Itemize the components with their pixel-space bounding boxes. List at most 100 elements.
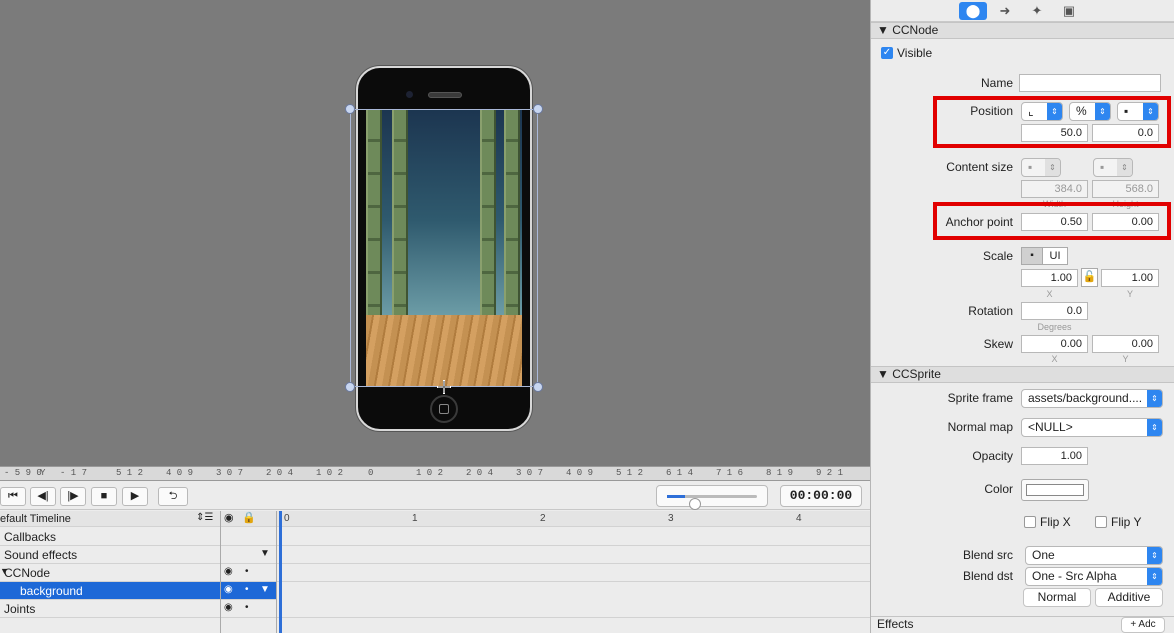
blend-src-value: One: [1032, 548, 1055, 562]
scale-points-toggle[interactable]: ▪: [1021, 247, 1043, 265]
ccsprite-section-header[interactable]: ▼ CCSprite: [871, 366, 1174, 383]
timeline-zoom-slider[interactable]: [656, 485, 768, 510]
timeline-menu-icon[interactable]: ⇕☰: [196, 512, 213, 523]
name-label: Name: [980, 76, 1013, 90]
timeline-name[interactable]: efault Timeline: [0, 513, 71, 525]
popup-arrow-icon: ⇕: [1147, 419, 1162, 436]
selection-box: [350, 109, 538, 387]
scale-x-field[interactable]: 1.00: [1021, 269, 1078, 287]
eye-icon[interactable]: ◉: [224, 584, 233, 595]
play-button[interactable]: ▶: [122, 487, 148, 506]
sprite-frame-label: Sprite frame: [947, 391, 1013, 405]
timeline-row-ccnode[interactable]: ▼ CCNode ◉ •: [0, 564, 870, 582]
content-width-field[interactable]: 384.0: [1021, 180, 1088, 198]
skew-label: Skew: [983, 337, 1013, 351]
loop-button[interactable]: ⮌: [158, 487, 188, 506]
blend-src-label: Blend src: [962, 548, 1013, 562]
row-label: Joints: [4, 602, 36, 616]
content-height-unit-popup[interactable]: ▪ ⇕: [1093, 158, 1133, 177]
lock-dot-icon[interactable]: •: [245, 584, 249, 595]
color-well[interactable]: [1021, 479, 1089, 501]
content-width-unit-popup[interactable]: ▪ ⇕: [1021, 158, 1061, 177]
node-properties-icon[interactable]: ⬤: [959, 2, 987, 20]
scale-lock-icon[interactable]: 🔓: [1081, 268, 1098, 287]
step-back-button[interactable]: ◀|: [30, 487, 56, 506]
ruler-label: 4 0 9: [566, 468, 594, 478]
resize-handle-bottom-right[interactable]: [533, 382, 543, 392]
disclosure-arrow-icon[interactable]: ▼: [260, 584, 270, 595]
flip-x-checkbox[interactable]: [1024, 516, 1036, 528]
speaker-icon: [428, 92, 462, 98]
timeline-row-background[interactable]: background ◉ • ▼: [0, 582, 276, 600]
rotation-field[interactable]: 0.0: [1021, 302, 1088, 320]
resize-handle-bottom-left[interactable]: [345, 382, 355, 392]
zoom-knob[interactable]: [689, 498, 701, 510]
flip-x-label: Flip X: [1040, 515, 1071, 529]
timeline-row-callbacks[interactable]: Callbacks: [0, 528, 870, 546]
column-divider: [276, 511, 277, 633]
timeline-mark: 4: [796, 513, 802, 524]
popup-arrow-icon: ⇕: [1147, 568, 1162, 585]
ruler-label: - 5 9 0: [4, 468, 42, 478]
step-forward-button[interactable]: |▶: [60, 487, 86, 506]
anchor-y-field[interactable]: 0.00: [1092, 213, 1159, 231]
dot-icon: ▪: [1028, 160, 1033, 174]
ruler-label: 6 1 4: [666, 468, 694, 478]
color-swatch: [1026, 484, 1084, 496]
color-label: Color: [984, 482, 1013, 496]
ruler-label: 3 0 7: [516, 468, 544, 478]
code-connections-icon[interactable]: ➜: [991, 2, 1019, 20]
blend-dst-value: One - Src Alpha: [1032, 569, 1117, 583]
canvas-stage[interactable]: [0, 0, 870, 466]
templates-icon[interactable]: ▣: [1055, 2, 1083, 20]
eye-icon: ◉: [224, 512, 234, 524]
ruler-label: 2 0 4: [266, 468, 294, 478]
anchor-x-field[interactable]: 0.50: [1021, 213, 1088, 231]
skew-x-field[interactable]: 0.00: [1021, 335, 1088, 353]
resize-handle-top-right[interactable]: [533, 104, 543, 114]
timeline-row-joints[interactable]: Joints ◉ •: [0, 600, 870, 618]
normal-blend-button[interactable]: Normal: [1023, 588, 1091, 607]
eye-icon[interactable]: ◉: [224, 602, 233, 613]
normal-map-label: Normal map: [947, 420, 1013, 434]
normal-map-popup[interactable]: <NULL> ⇕: [1021, 418, 1163, 437]
scale-y-field[interactable]: 1.00: [1101, 269, 1159, 287]
blend-src-popup[interactable]: One ⇕: [1025, 546, 1163, 565]
sprite-frame-popup[interactable]: assets/background.... ⇕: [1021, 389, 1163, 408]
name-field[interactable]: [1019, 74, 1161, 92]
opacity-field[interactable]: 1.00: [1021, 447, 1088, 465]
playhead[interactable]: [279, 511, 282, 633]
timeline-mark: 0: [284, 513, 290, 524]
skew-y-field[interactable]: 0.00: [1092, 335, 1159, 353]
scale-ui-toggle[interactable]: UI: [1042, 247, 1068, 265]
position-y-unit-popup[interactable]: ▪ ⇕: [1117, 102, 1159, 121]
timeline-row-sound-effects[interactable]: Sound effects ▼: [0, 546, 870, 564]
position-unit-popup[interactable]: % ⇕: [1069, 102, 1111, 121]
section-title: CCSprite: [892, 367, 941, 381]
add-effect-button[interactable]: + Adc: [1121, 617, 1165, 633]
eye-icon[interactable]: ◉: [224, 566, 233, 577]
lock-dot-icon[interactable]: •: [245, 602, 249, 613]
jump-start-button[interactable]: ⏮: [0, 487, 26, 506]
stop-button[interactable]: ■: [91, 487, 117, 506]
row-label: Sound effects: [4, 548, 78, 562]
physics-icon[interactable]: ✦: [1023, 2, 1051, 20]
content-height-field[interactable]: 568.0: [1092, 180, 1159, 198]
flip-y-checkbox[interactable]: [1095, 516, 1107, 528]
zoom-track: [667, 495, 757, 510]
disclosure-arrow-icon[interactable]: ▼: [260, 548, 270, 559]
additive-blend-button[interactable]: Additive: [1095, 588, 1163, 607]
lock-dot-icon[interactable]: •: [245, 566, 249, 577]
ruler-label: 4 0 9: [166, 468, 194, 478]
move-cross-icon[interactable]: [437, 380, 451, 394]
ccnode-section-header[interactable]: ▼ CCNode: [871, 22, 1174, 39]
normal-map-value: <NULL>: [1028, 420, 1073, 434]
position-x-field[interactable]: 50.0: [1021, 124, 1088, 142]
position-y-field[interactable]: 0.0: [1092, 124, 1159, 142]
timeline-header: efault Timeline ⇕☰ ◉ 🔒 0 1 2 3 4: [0, 511, 870, 527]
ruler-label: 3 0 7: [216, 468, 244, 478]
resize-handle-top-left[interactable]: [345, 104, 355, 114]
blend-dst-popup[interactable]: One - Src Alpha ⇕: [1025, 567, 1163, 586]
position-type-popup[interactable]: ⌞ ⇕: [1021, 102, 1063, 121]
visible-checkbox[interactable]: ✓: [881, 47, 893, 59]
